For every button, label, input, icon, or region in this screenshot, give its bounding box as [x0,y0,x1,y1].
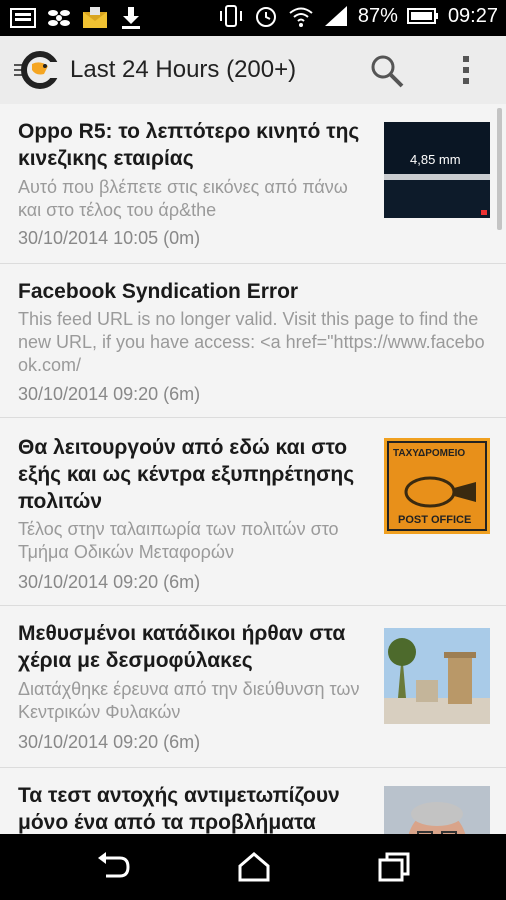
feed-item-timestamp: 30/10/2014 09:20 (6m) [18,572,201,592]
feed-item-timestamp: 30/10/2014 10:05 (0m) [18,228,201,248]
feed-item-title: Θα λειτουργούν από εδώ και στο εξής και … [18,436,355,513]
feed-list[interactable]: Oppo R5: το λεπτότερο κινητό της κινεζικ… [0,104,506,834]
feed-item[interactable]: Facebook Syndication Error This feed URL… [0,264,506,418]
feed-item-description: Διατάχθηκε έρευνα από την διεύθυνση των … [18,679,360,722]
vibrate-icon [218,4,244,28]
feed-item[interactable]: Oppo R5: το λεπτότερο κινητό της κινεζικ… [0,104,506,264]
feed-item[interactable]: Τα τεστ αντοχής αντιμετωπίζουν μόνο ένα … [0,768,506,834]
overflow-menu-icon[interactable] [456,52,476,88]
wifi-icon [288,4,314,28]
pinwheel-icon [46,6,72,30]
feed-item-title: Μεθυσμένοι κατάδικοι ήρθαν στα χέρια με … [18,622,346,672]
app-bar: Last 24 Hours (200+) [0,36,506,105]
alarm-icon [253,4,279,28]
feed-item-thumbnail [384,786,490,834]
clock: 09:27 [447,4,498,27]
feed-item-description: This feed URL is no longer valid. Visit … [18,309,485,375]
image-icon [10,6,36,30]
back-icon[interactable] [94,848,134,886]
feed-item-title: Facebook Syndication Error [18,280,299,303]
thumbnail-caption-top: ΤΑΧΥΔΡΟΜΕΙΟ [393,448,466,459]
feed-item-title: Oppo R5: το λεπτότερο κινητό της κινεζικ… [18,120,360,170]
feed-item-timestamp: 30/10/2014 09:20 (6m) [18,732,201,752]
scrollbar[interactable] [497,108,502,230]
recent-apps-icon[interactable] [374,848,414,886]
feed-item-thumbnail [384,628,490,724]
feed-item-thumbnail: ΤΑΧΥΔΡΟΜΕΙΟ POST OFFICE [384,438,490,534]
mail-icon [82,6,108,30]
search-icon[interactable] [370,54,404,88]
feed-item-thumbnail: 4,85 mm [384,122,490,218]
feed-item-description: Τέλος στην ταλαιπωρία των πολιτών στο Τμ… [18,519,339,562]
navigation-bar [0,834,506,900]
app-logo-icon[interactable] [14,50,59,90]
status-bar: 87% 09:27 [0,0,506,36]
battery-percent: 87% [357,4,398,27]
download-icon [118,6,144,30]
feed-item-timestamp: 30/10/2014 09:20 (6m) [18,384,201,404]
thumbnail-caption: 4,85 mm [410,152,461,167]
feed-item-description: Αυτό που βλέπετε στις εικόνες από πάνω κ… [18,177,348,220]
feed-item[interactable]: Μεθυσμένοι κατάδικοι ήρθαν στα χέρια με … [0,606,506,768]
battery-icon [406,4,439,28]
feed-item[interactable]: Θα λειτουργούν από εδώ και στο εξής και … [0,418,506,606]
feed-item-title: Τα τεστ αντοχής αντιμετωπίζουν μόνο ένα … [18,784,340,834]
thumbnail-caption-bottom: POST OFFICE [398,514,472,526]
signal-icon [323,4,349,28]
home-icon[interactable] [234,848,274,886]
page-title: Last 24 Hours (200+) [70,56,297,83]
